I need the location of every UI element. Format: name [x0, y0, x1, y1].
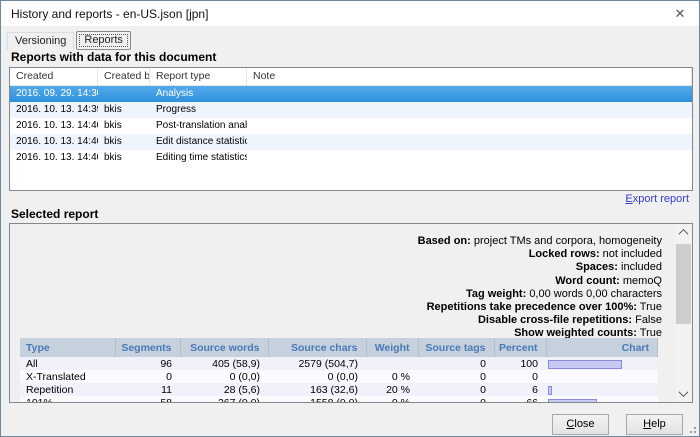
prop-locked-rows: Locked rows: not included — [418, 248, 662, 261]
chart-bar-101 — [548, 399, 597, 403]
export-report-link[interactable]: Export report — [625, 193, 689, 205]
window-title: History and reports - en-US.json [jpn] — [11, 7, 208, 21]
stats-col-weight: Weight — [366, 338, 418, 357]
cell-report-type: Progress — [150, 102, 247, 118]
reports-section-heading: Reports with data for this document — [11, 50, 216, 64]
prop-repetitions-precedence: Repetitions take precedence over 100%: T… — [418, 301, 662, 314]
cell-report-type: Editing time statistics — [150, 150, 247, 166]
resize-grip[interactable] — [687, 424, 697, 434]
stats-row-repetition: Repetition 11 28 (5,6) 163 (32,6) 20 % 0… — [20, 383, 658, 396]
help-button[interactable]: Help — [626, 414, 683, 435]
tab-strip: Versioning Reports — [7, 31, 133, 50]
cell-created-by: bkis — [98, 118, 150, 134]
report-row-progress[interactable]: 2016. 10. 13. 14:39 bkis Progress — [10, 102, 692, 118]
tab-reports[interactable]: Reports — [76, 31, 131, 50]
stats-col-source-words: Source words — [180, 338, 268, 357]
prop-spaces: Spaces: included — [418, 261, 662, 274]
chevron-up-icon — [679, 229, 689, 239]
prop-based-on: Based on: project TMs and corpora, homog… — [418, 235, 662, 248]
cell-created-by: bkis — [98, 150, 150, 166]
report-scrollbar[interactable] — [675, 224, 692, 402]
cell-created: 2016. 10. 13. 14:40 — [10, 150, 98, 166]
scrollbar-down-button[interactable] — [675, 385, 692, 402]
close-icon: ✕ — [675, 6, 686, 22]
stats-col-chart: Chart — [546, 338, 658, 357]
cell-created: 2016. 10. 13. 14:40 — [10, 118, 98, 134]
column-header-note[interactable]: Note — [247, 68, 692, 85]
cell-created-by — [98, 86, 150, 102]
stats-col-segments: Segments — [115, 338, 180, 357]
chart-bar-repetition — [548, 386, 552, 395]
tab-versioning[interactable]: Versioning — [7, 32, 74, 50]
chart-bar-all — [548, 360, 622, 369]
selected-report-heading: Selected report — [11, 207, 98, 221]
report-row-editing-time[interactable]: 2016. 10. 13. 14:40 bkis Editing time st… — [10, 150, 692, 166]
tab-reports-label: Reports — [84, 34, 123, 46]
stats-header-row: Type Segments Source words Source chars … — [20, 338, 658, 357]
cell-note — [247, 150, 692, 166]
report-row-analysis[interactable]: 2016. 09. 29. 14:30 Analysis — [10, 86, 692, 102]
stats-row-101: 101% 58 267 (0,0) 1558 (0,0) 0 % 0 66 — [20, 396, 658, 403]
cell-created: 2016. 09. 29. 14:30 — [10, 86, 98, 102]
cell-note — [247, 102, 692, 118]
cell-created: 2016. 10. 13. 14:40 — [10, 134, 98, 150]
cell-report-type: Analysis — [150, 86, 247, 102]
selected-report-panel: Based on: project TMs and corpora, homog… — [9, 223, 693, 403]
cell-note — [247, 118, 692, 134]
titlebar: History and reports - en-US.json [jpn] ✕ — [1, 1, 699, 26]
help-button-text: elp — [651, 418, 666, 430]
export-link-accesskey: E — [625, 193, 632, 205]
stats-col-type: Type — [20, 338, 115, 357]
cell-created-by: bkis — [98, 102, 150, 118]
report-row-post-translation[interactable]: 2016. 10. 13. 14:40 bkis Post-translatio… — [10, 118, 692, 134]
report-row-edit-distance[interactable]: 2016. 10. 13. 14:40 bkis Edit distance s… — [10, 134, 692, 150]
stats-col-percent: Percent — [494, 338, 546, 357]
cell-report-type: Post-translation analysis — [150, 118, 247, 134]
prop-disable-cross-file: Disable cross-file repetitions: False — [418, 314, 662, 327]
cell-created-by: bkis — [98, 134, 150, 150]
cell-report-type: Edit distance statistics — [150, 134, 247, 150]
window-close-button[interactable]: ✕ — [661, 1, 699, 26]
cell-note — [247, 134, 692, 150]
stats-row-x-translated: X-Translated 0 0 (0,0) 0 (0,0) 0 % 0 0 — [20, 370, 658, 383]
reports-list-header: Created Created by Report type Note — [10, 68, 692, 86]
scrollbar-up-button[interactable] — [675, 224, 692, 241]
close-button-text: lose — [574, 418, 594, 430]
prop-word-count: Word count: memoQ — [418, 275, 662, 288]
history-and-reports-dialog: History and reports - en-US.json [jpn] ✕… — [0, 0, 700, 437]
export-link-text: xport report — [633, 193, 689, 205]
chevron-down-icon — [679, 387, 689, 397]
stats-col-source-chars: Source chars — [268, 338, 366, 357]
cell-note — [247, 86, 692, 102]
report-properties: Based on: project TMs and corpora, homog… — [418, 235, 662, 341]
stats-col-source-tags: Source tags — [418, 338, 494, 357]
close-button[interactable]: Close — [552, 414, 609, 435]
cell-created: 2016. 10. 13. 14:39 — [10, 102, 98, 118]
scrollbar-thumb[interactable] — [676, 244, 691, 324]
tab-versioning-label: Versioning — [15, 35, 66, 47]
prop-tag-weight: Tag weight: 0,00 words 0,00 characters — [418, 288, 662, 301]
column-header-created[interactable]: Created — [10, 68, 98, 85]
help-button-accesskey: H — [643, 418, 651, 430]
stats-row-all: All 96 405 (58,9) 2579 (504,7) 0 100 — [20, 357, 658, 370]
reports-list: Created Created by Report type Note 2016… — [9, 67, 693, 191]
column-header-created-by[interactable]: Created by — [98, 68, 150, 85]
column-header-report-type[interactable]: Report type — [150, 68, 247, 85]
statistics-table: Type Segments Source words Source chars … — [20, 338, 658, 403]
